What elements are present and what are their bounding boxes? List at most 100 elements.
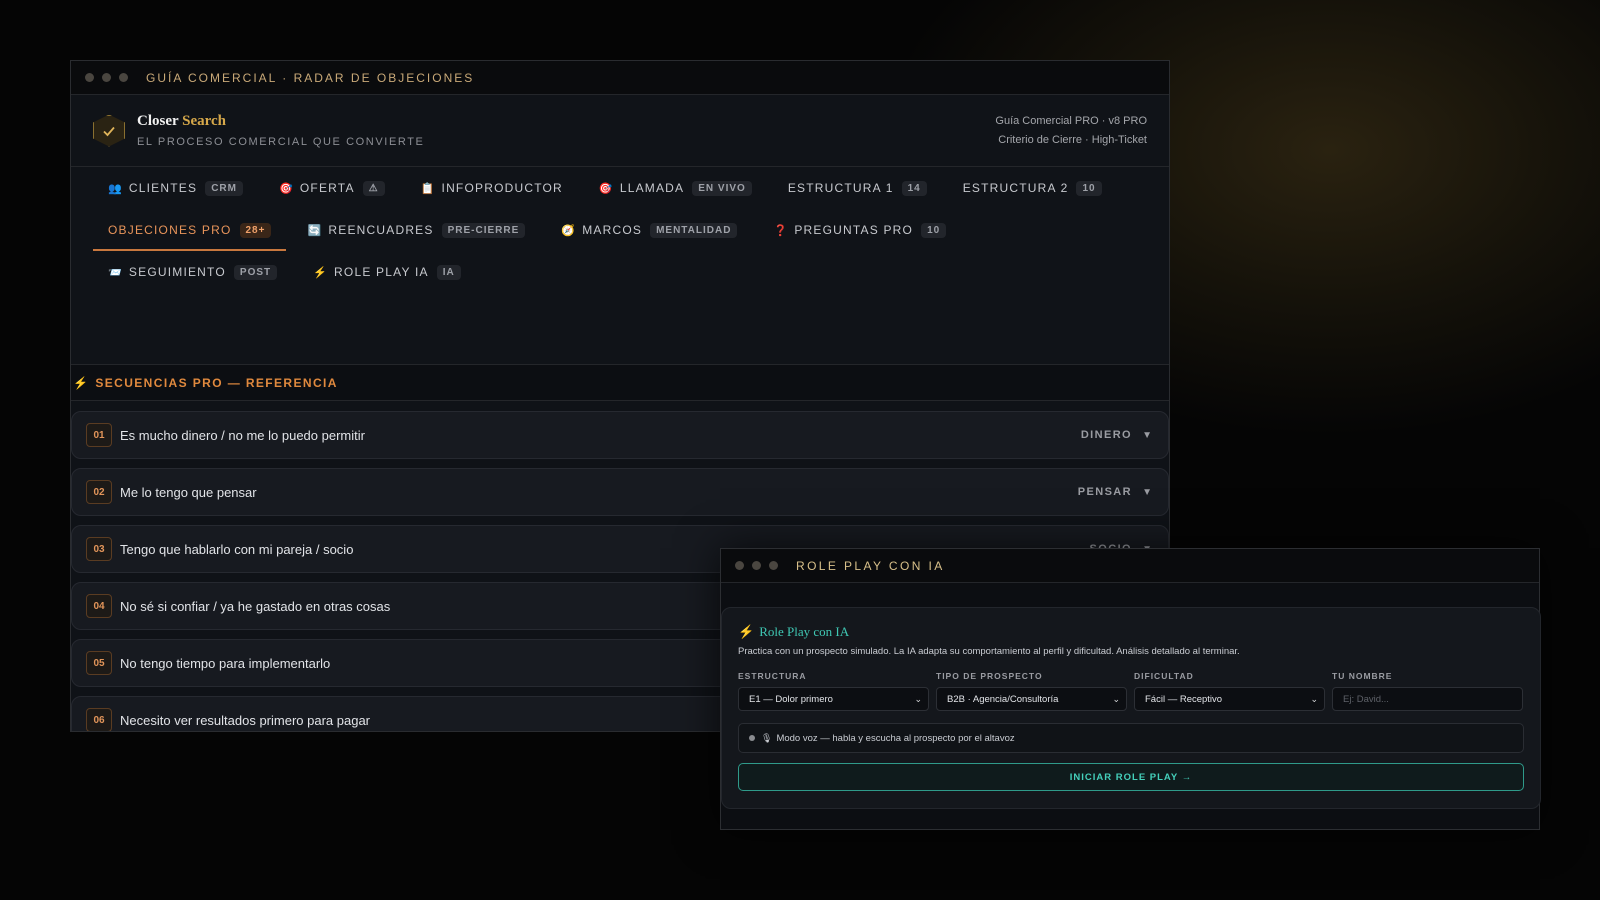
- objection-number: 04: [86, 594, 112, 618]
- estructura-select[interactable]: E1 — Dolor primero ⌄: [738, 687, 929, 711]
- tab-badge: ⚠: [362, 180, 385, 196]
- dificultad-select[interactable]: Fácil — Receptivo ⌄: [1134, 687, 1325, 711]
- tab-label: ESTRUCTURA 1: [787, 181, 894, 195]
- tab-llamada[interactable]: 🎯 LLAMADA EN VIVO: [584, 167, 767, 209]
- tab-badge: 10: [1076, 180, 1102, 196]
- microphone-icon: 🎙: [761, 732, 773, 743]
- tipo-prospecto-field: TIPO DE PROSPECTO B2B · Agencia/Consulto…: [936, 671, 1127, 711]
- objection-number: 05: [86, 651, 112, 675]
- window-maximize-dot[interactable]: [769, 561, 778, 570]
- tab-icon: 📋: [420, 182, 436, 195]
- roleplay-window-title: ROLE PLAY CON IA: [796, 558, 945, 573]
- version-line: Guía Comercial PRO · v8 PRO: [995, 115, 1147, 127]
- objection-item[interactable]: 01 Es mucho dinero / no me lo puedo permi…: [71, 411, 1169, 459]
- criteria-line: Criterio de Cierre · High-Ticket: [998, 134, 1147, 146]
- estructura-field: ESTRUCTURA E1 — Dolor primero ⌄: [738, 671, 929, 711]
- tab-icon: ⚡: [313, 266, 329, 279]
- nombre-field: TU NOMBRE Ej: David...: [1332, 671, 1523, 711]
- tab-badge: 28+: [239, 222, 272, 238]
- tab-preguntas-pro[interactable]: ❓ PREGUNTAS PRO 10: [758, 209, 961, 251]
- tab-label: PREGUNTAS PRO: [794, 223, 914, 237]
- window-close-dot[interactable]: [85, 73, 94, 82]
- roleplay-titlebar: ROLE PLAY CON IA: [721, 549, 1539, 583]
- brand-bar: Closer Search EL PROCESO COMERCIAL QUE C…: [71, 95, 1169, 167]
- name-input[interactable]: Ej: David...: [1332, 687, 1523, 711]
- objection-number: 02: [86, 480, 112, 504]
- window-close-dot[interactable]: [735, 561, 744, 570]
- objection-text: Es mucho dinero / no me lo puedo permiti…: [120, 427, 365, 443]
- tab-badge: CRM: [205, 180, 243, 196]
- brand-tagline: EL PROCESO COMERCIAL QUE CONVIERTE: [137, 136, 425, 148]
- tab-badge: 10: [921, 222, 947, 238]
- chevron-down-icon: ⌄: [1310, 693, 1318, 704]
- objection-item[interactable]: 02 Me lo tengo que pensar PENSAR ▼: [71, 468, 1169, 516]
- window-minimize-dot[interactable]: [752, 561, 761, 570]
- tab-label: MARCOS: [582, 223, 643, 237]
- expand-chevron-icon[interactable]: ▼: [1142, 430, 1152, 441]
- section-header: ⚡ SECUENCIAS PRO — REFERENCIA: [71, 365, 1169, 401]
- roleplay-form: ESTRUCTURA E1 — Dolor primero ⌄ TIPO DE …: [738, 671, 1524, 711]
- tab-marcos[interactable]: 🧭 MARCOS MENTALIDAD: [546, 209, 752, 251]
- tab-badge: POST: [233, 264, 278, 280]
- roleplay-card-title: ⚡ Role Play con IA: [738, 624, 850, 639]
- tab-reencuadres[interactable]: 🔄 REENCUADRES PRE-CIERRE: [292, 209, 540, 251]
- objection-category: PENSAR: [1077, 486, 1132, 498]
- tab-badge: PRE-CIERRE: [441, 222, 526, 238]
- objection-text: No tengo tiempo para implementarlo: [120, 655, 331, 671]
- brand-name-accent: Search: [182, 113, 227, 129]
- objection-number: 01: [86, 423, 112, 447]
- chevron-down-icon: ⌄: [914, 693, 922, 704]
- estructura-label: ESTRUCTURA: [738, 671, 807, 681]
- tab-label: OFERTA: [299, 181, 355, 195]
- tipo-prospecto-label: TIPO DE PROSPECTO: [936, 671, 1043, 681]
- objection-category: DINERO: [1080, 429, 1132, 441]
- start-roleplay-button[interactable]: INICIAR ROLE PLAY →: [738, 763, 1524, 791]
- tab-label: OBJECIONES PRO: [108, 223, 232, 237]
- toggle-dot-icon: [749, 735, 755, 741]
- tab-badge: IA: [436, 264, 461, 280]
- nombre-label: TU NOMBRE: [1332, 671, 1393, 681]
- tab-estructura-1[interactable]: ESTRUCTURA 1 14: [773, 167, 942, 209]
- expand-chevron-icon[interactable]: ▼: [1142, 487, 1152, 498]
- tab-icon: 🎯: [278, 182, 294, 195]
- voice-mode-toggle[interactable]: 🎙 Modo voz — habla y escucha al prospect…: [738, 723, 1524, 753]
- tab-role-play-ia[interactable]: ⚡ ROLE PLAY IA IA: [298, 251, 476, 293]
- chevron-down-icon: ⌄: [1112, 693, 1120, 704]
- dificultad-label: DIFICULTAD: [1134, 671, 1194, 681]
- nav-tabs: 👥 CLIENTES CRM 🎯 OFERTA ⚠ 📋 INFOPRODUCTOR 🎯 LLAMA…: [71, 167, 1169, 365]
- tab-badge: 14: [901, 180, 927, 196]
- dificultad-field: DIFICULTAD Fácil — Receptivo ⌄: [1134, 671, 1325, 711]
- objection-text: No sé si confiar / ya he gastado en otra…: [120, 598, 391, 614]
- window-minimize-dot[interactable]: [102, 73, 111, 82]
- tab-objeciones-pro[interactable]: OBJECIONES PRO 28+: [93, 209, 287, 251]
- tipo-prospecto-select[interactable]: B2B · Agencia/Consultoría ⌄: [936, 687, 1127, 711]
- objection-text: Me lo tengo que pensar: [120, 484, 257, 500]
- tab-infoproductor[interactable]: 📋 INFOPRODUCTOR: [406, 167, 578, 209]
- tab-icon: 📨: [108, 266, 123, 279]
- tab-icon: ❓: [773, 224, 789, 237]
- tab-icon: 🔄: [307, 224, 323, 237]
- objection-text: Tengo que hablarlo con mi pareja / socio: [120, 541, 354, 557]
- tab-label: REENCUADRES: [328, 223, 434, 237]
- tab-label: ESTRUCTURA 2: [962, 181, 1069, 195]
- version-info: Guía Comercial PRO · v8 PRO Criterio de …: [995, 112, 1147, 150]
- tab-label: CLIENTES: [128, 181, 198, 195]
- window-maximize-dot[interactable]: [119, 73, 128, 82]
- tab-label: INFOPRODUCTOR: [441, 181, 563, 195]
- tab-clientes[interactable]: 👥 CLIENTES CRM: [93, 167, 258, 209]
- main-titlebar: GUÍA COMERCIAL · RADAR DE OBJECIONES: [71, 61, 1169, 95]
- tab-label: LLAMADA: [619, 181, 685, 195]
- section-title: SECUENCIAS PRO — REFERENCIA: [95, 375, 338, 390]
- objection-number: 06: [86, 708, 112, 731]
- tab-seguimiento[interactable]: 📨 SEGUIMIENTO POST: [93, 251, 292, 293]
- tab-estructura-2[interactable]: ESTRUCTURA 2 10: [948, 167, 1117, 209]
- tab-oferta[interactable]: 🎯 OFERTA ⚠: [264, 167, 400, 209]
- tab-badge: EN VIVO: [692, 180, 752, 196]
- voice-mode-label: Modo voz — habla y escucha al prospecto …: [776, 732, 1015, 744]
- objection-text: Necesito ver resultados primero para pag…: [120, 712, 371, 728]
- tab-label: SEGUIMIENTO: [128, 265, 226, 279]
- checkmark-logo-icon: [93, 114, 125, 147]
- window-title: GUÍA COMERCIAL · RADAR DE OBJECIONES: [146, 70, 475, 85]
- roleplay-card: ⚡ Role Play con IA Practica con un prosp…: [721, 607, 1541, 809]
- tab-label: ROLE PLAY IA: [334, 265, 429, 279]
